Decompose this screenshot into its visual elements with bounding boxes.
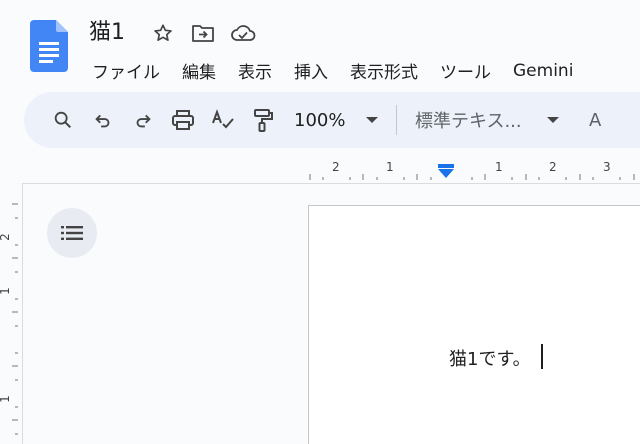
- list-icon: [61, 226, 83, 240]
- spellcheck-icon[interactable]: [208, 105, 238, 135]
- paragraph-style-select[interactable]: 標準テキス...: [415, 107, 559, 133]
- cloud-saved-icon[interactable]: [230, 20, 256, 46]
- menu-bar: ファイル 編集 表示 挿入 表示形式 ツール Gemini: [82, 54, 585, 87]
- horizontal-ruler[interactable]: 2 1 1 2 3: [306, 160, 640, 184]
- document-outline-button[interactable]: [47, 208, 97, 258]
- document-title[interactable]: 猫1: [89, 14, 125, 46]
- menu-insert[interactable]: 挿入: [284, 54, 340, 87]
- ruler-label: 1: [0, 287, 12, 295]
- indent-marker-icon: [438, 164, 454, 178]
- vertical-ruler[interactable]: 2 1 1: [0, 196, 22, 444]
- document-page[interactable]: 猫1です。: [308, 205, 640, 444]
- menu-file[interactable]: ファイル: [82, 54, 172, 87]
- menu-format[interactable]: 表示形式: [340, 54, 430, 87]
- ruler-label: 3: [603, 160, 611, 174]
- redo-icon[interactable]: [128, 105, 158, 135]
- text-cursor: [541, 344, 543, 369]
- toolbar-divider: [396, 105, 397, 135]
- zoom-value: 100%: [294, 109, 346, 131]
- print-icon[interactable]: [168, 105, 198, 135]
- ruler-label: 2: [549, 160, 557, 174]
- menu-gemini[interactable]: Gemini: [503, 57, 585, 85]
- chevron-down-icon: [366, 117, 378, 123]
- paint-format-icon[interactable]: [248, 105, 278, 135]
- move-to-folder-icon[interactable]: [190, 20, 216, 46]
- menu-edit[interactable]: 編集: [172, 54, 228, 87]
- chevron-down-icon: [547, 117, 559, 123]
- paragraph-style-value: 標準テキス...: [415, 111, 522, 132]
- ruler-label: 2: [0, 233, 12, 241]
- canvas-border: [22, 183, 640, 184]
- canvas-border: [22, 183, 23, 444]
- ruler-label: 1: [386, 160, 394, 174]
- document-body-text[interactable]: 猫1です。: [449, 345, 531, 371]
- undo-icon[interactable]: [88, 105, 118, 135]
- menu-tools[interactable]: ツール: [430, 54, 503, 87]
- docs-logo-icon[interactable]: [30, 20, 68, 72]
- star-icon[interactable]: [150, 20, 176, 46]
- toolbar: 100% 標準テキス... A: [24, 92, 640, 148]
- ruler-label: 2: [332, 160, 340, 174]
- font-select[interactable]: A: [589, 110, 601, 131]
- ruler-label: 1: [495, 160, 503, 174]
- menu-view[interactable]: 表示: [228, 54, 284, 87]
- search-icon[interactable]: [48, 105, 78, 135]
- ruler-label: 1: [0, 395, 12, 403]
- zoom-select[interactable]: 100%: [294, 110, 378, 131]
